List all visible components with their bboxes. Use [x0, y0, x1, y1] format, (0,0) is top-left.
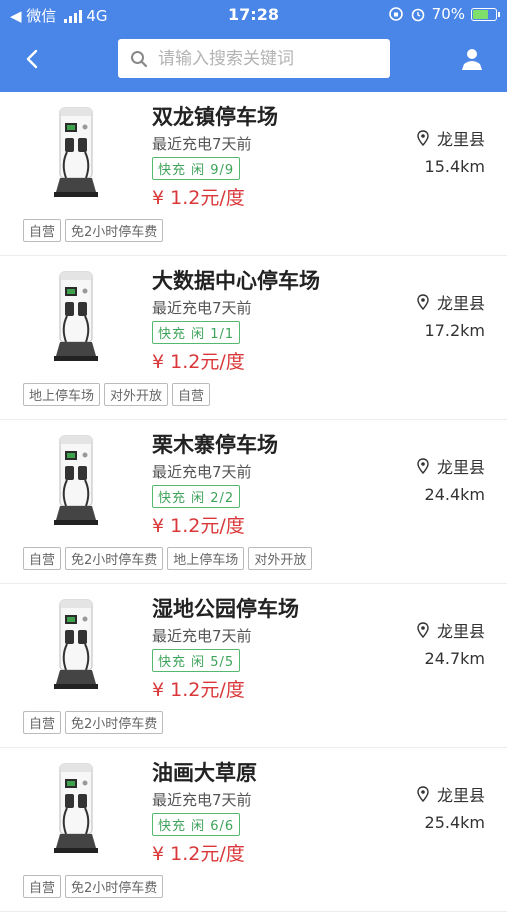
price-label: ¥ 1.2元/度: [152, 351, 245, 373]
rotation-lock-icon: [388, 7, 403, 21]
station-name: 大数据中心停车场: [152, 269, 320, 293]
distance-label: 24.7km: [424, 649, 485, 668]
recent-charge-text: 最近充电7天前: [152, 135, 252, 153]
tag-row: 自营 免2小时停车费: [23, 875, 164, 898]
region-label: 龙里县: [417, 618, 485, 642]
location-pin-icon: [417, 294, 429, 310]
battery-icon: [471, 7, 500, 21]
feature-tag: 地上停车场: [23, 383, 101, 406]
price-label: ¥ 1.2元/度: [152, 679, 245, 701]
station-name: 栗木寨停车场: [152, 433, 278, 457]
back-button[interactable]: [18, 44, 48, 74]
location-pin-icon: [417, 786, 429, 802]
search-icon: [131, 50, 148, 67]
station-name: 油画大草原: [152, 761, 257, 785]
charger-image: [48, 106, 104, 202]
price-label: ¥ 1.2元/度: [152, 843, 245, 865]
feature-tag: 免2小时停车费: [65, 711, 164, 734]
availability-badge: 快充 闲 1/1: [152, 321, 241, 344]
feature-tag: 免2小时停车费: [65, 219, 164, 242]
region-text: 龙里县: [436, 458, 485, 477]
distance-label: 15.4km: [424, 157, 485, 176]
battery-fill: [473, 9, 488, 19]
station-card[interactable]: 栗木寨停车场最近充电7天前快充 闲 2/2 ¥ 1.2元/度 龙里县 24.4km 自营…: [0, 420, 507, 584]
station-name: 双龙镇停车场: [152, 105, 278, 129]
alarm-icon: [411, 8, 424, 22]
station-list: 双龙镇停车场 最近充电7天前 快充 闲 9/9 ¥ 1.2元/度 龙里县 15.4km 自营…: [0, 92, 507, 912]
feature-tag: 自营: [23, 219, 62, 242]
feature-tag: 免2小时停车费: [65, 875, 164, 898]
price-label: ¥ 1.2元/度: [152, 187, 245, 209]
availability-badge: 快充 闲 5/5: [152, 649, 241, 672]
station-name: 湿地公园停车场: [152, 597, 299, 621]
station-card[interactable]: 双龙镇停车场最近充电7天前快充 闲 9/9 ¥ 1.2元/度 龙里县 15.4km 自营…: [0, 92, 507, 256]
recent-charge-text: 最近充电7天前: [152, 463, 252, 481]
charger-image: [48, 434, 104, 530]
tag-row: 自营 免2小时停车费: [23, 219, 164, 242]
feature-tag: 地上停车场: [167, 547, 245, 570]
distance-label: 25.4km: [424, 813, 485, 832]
price-label: ¥ 1.2元/度: [152, 515, 245, 537]
charger-image: [48, 270, 104, 366]
region-text: 龙里县: [436, 130, 485, 149]
region-label: 龙里县: [417, 454, 485, 478]
region-text: 龙里县: [436, 294, 485, 313]
station-card[interactable]: 湿地公园停车场最近充电7天前快充 闲 5/5 ¥ 1.2元/度 龙里县 24.7km 自…: [0, 584, 507, 748]
charger-image: [48, 762, 104, 858]
search-bar[interactable]: [118, 39, 390, 78]
region-label: 龙里县: [417, 782, 485, 806]
availability-badge: 快充 闲 9/9: [152, 157, 241, 180]
app-header: ◀ 微信 4G 17:28 70%: [0, 0, 507, 92]
tag-row: 自营 免2小时停车费 地上停车场 对外开放: [23, 547, 313, 570]
feature-tag: 对外开放: [104, 383, 169, 406]
distance-label: 17.2km: [424, 321, 485, 340]
feature-tag: 自营: [23, 875, 62, 898]
region-text: 龙里县: [436, 622, 485, 641]
region-text: 龙里县: [436, 786, 485, 805]
feature-tag: 自营: [23, 547, 62, 570]
status-bar: ◀ 微信 4G 17:28 70%: [0, 0, 507, 30]
battery-percent: 70%: [431, 5, 465, 23]
location-pin-icon: [417, 622, 429, 638]
availability-badge: 快充 闲 2/2: [152, 485, 241, 508]
station-card[interactable]: 大数据中心停车场最近充电7天前快充 闲 1/1 ¥ 1.2元/度 龙里县 17.2km…: [0, 256, 507, 420]
location-pin-icon: [417, 130, 429, 146]
availability-badge: 快充 闲 6/6: [152, 813, 241, 836]
feature-tag: 自营: [23, 711, 62, 734]
region-label: 龙里县: [417, 126, 485, 150]
station-card[interactable]: 油画大草原最近充电7天前快充 闲 6/6 ¥ 1.2元/度 龙里县 25.4km 自营免…: [0, 748, 507, 912]
feature-tag: 免2小时停车费: [65, 547, 164, 570]
tag-row: 自营 免2小时停车费: [23, 711, 164, 734]
feature-tag: 对外开放: [248, 547, 313, 570]
recent-charge-text: 最近充电7天前: [152, 627, 252, 645]
status-bar-right: 70%: [388, 5, 500, 23]
recent-charge-text: 最近充电7天前: [152, 791, 252, 809]
region-label: 龙里县: [417, 290, 485, 314]
search-input[interactable]: [158, 48, 378, 69]
charger-image: [48, 598, 104, 694]
feature-tag: 自营: [172, 383, 211, 406]
location-person-icon[interactable]: [458, 46, 486, 74]
location-pin-icon: [417, 458, 429, 474]
recent-charge-text: 最近充电7天前: [152, 299, 252, 317]
distance-label: 24.4km: [424, 485, 485, 504]
tag-row: 地上停车场 对外开放 自营: [23, 383, 211, 406]
